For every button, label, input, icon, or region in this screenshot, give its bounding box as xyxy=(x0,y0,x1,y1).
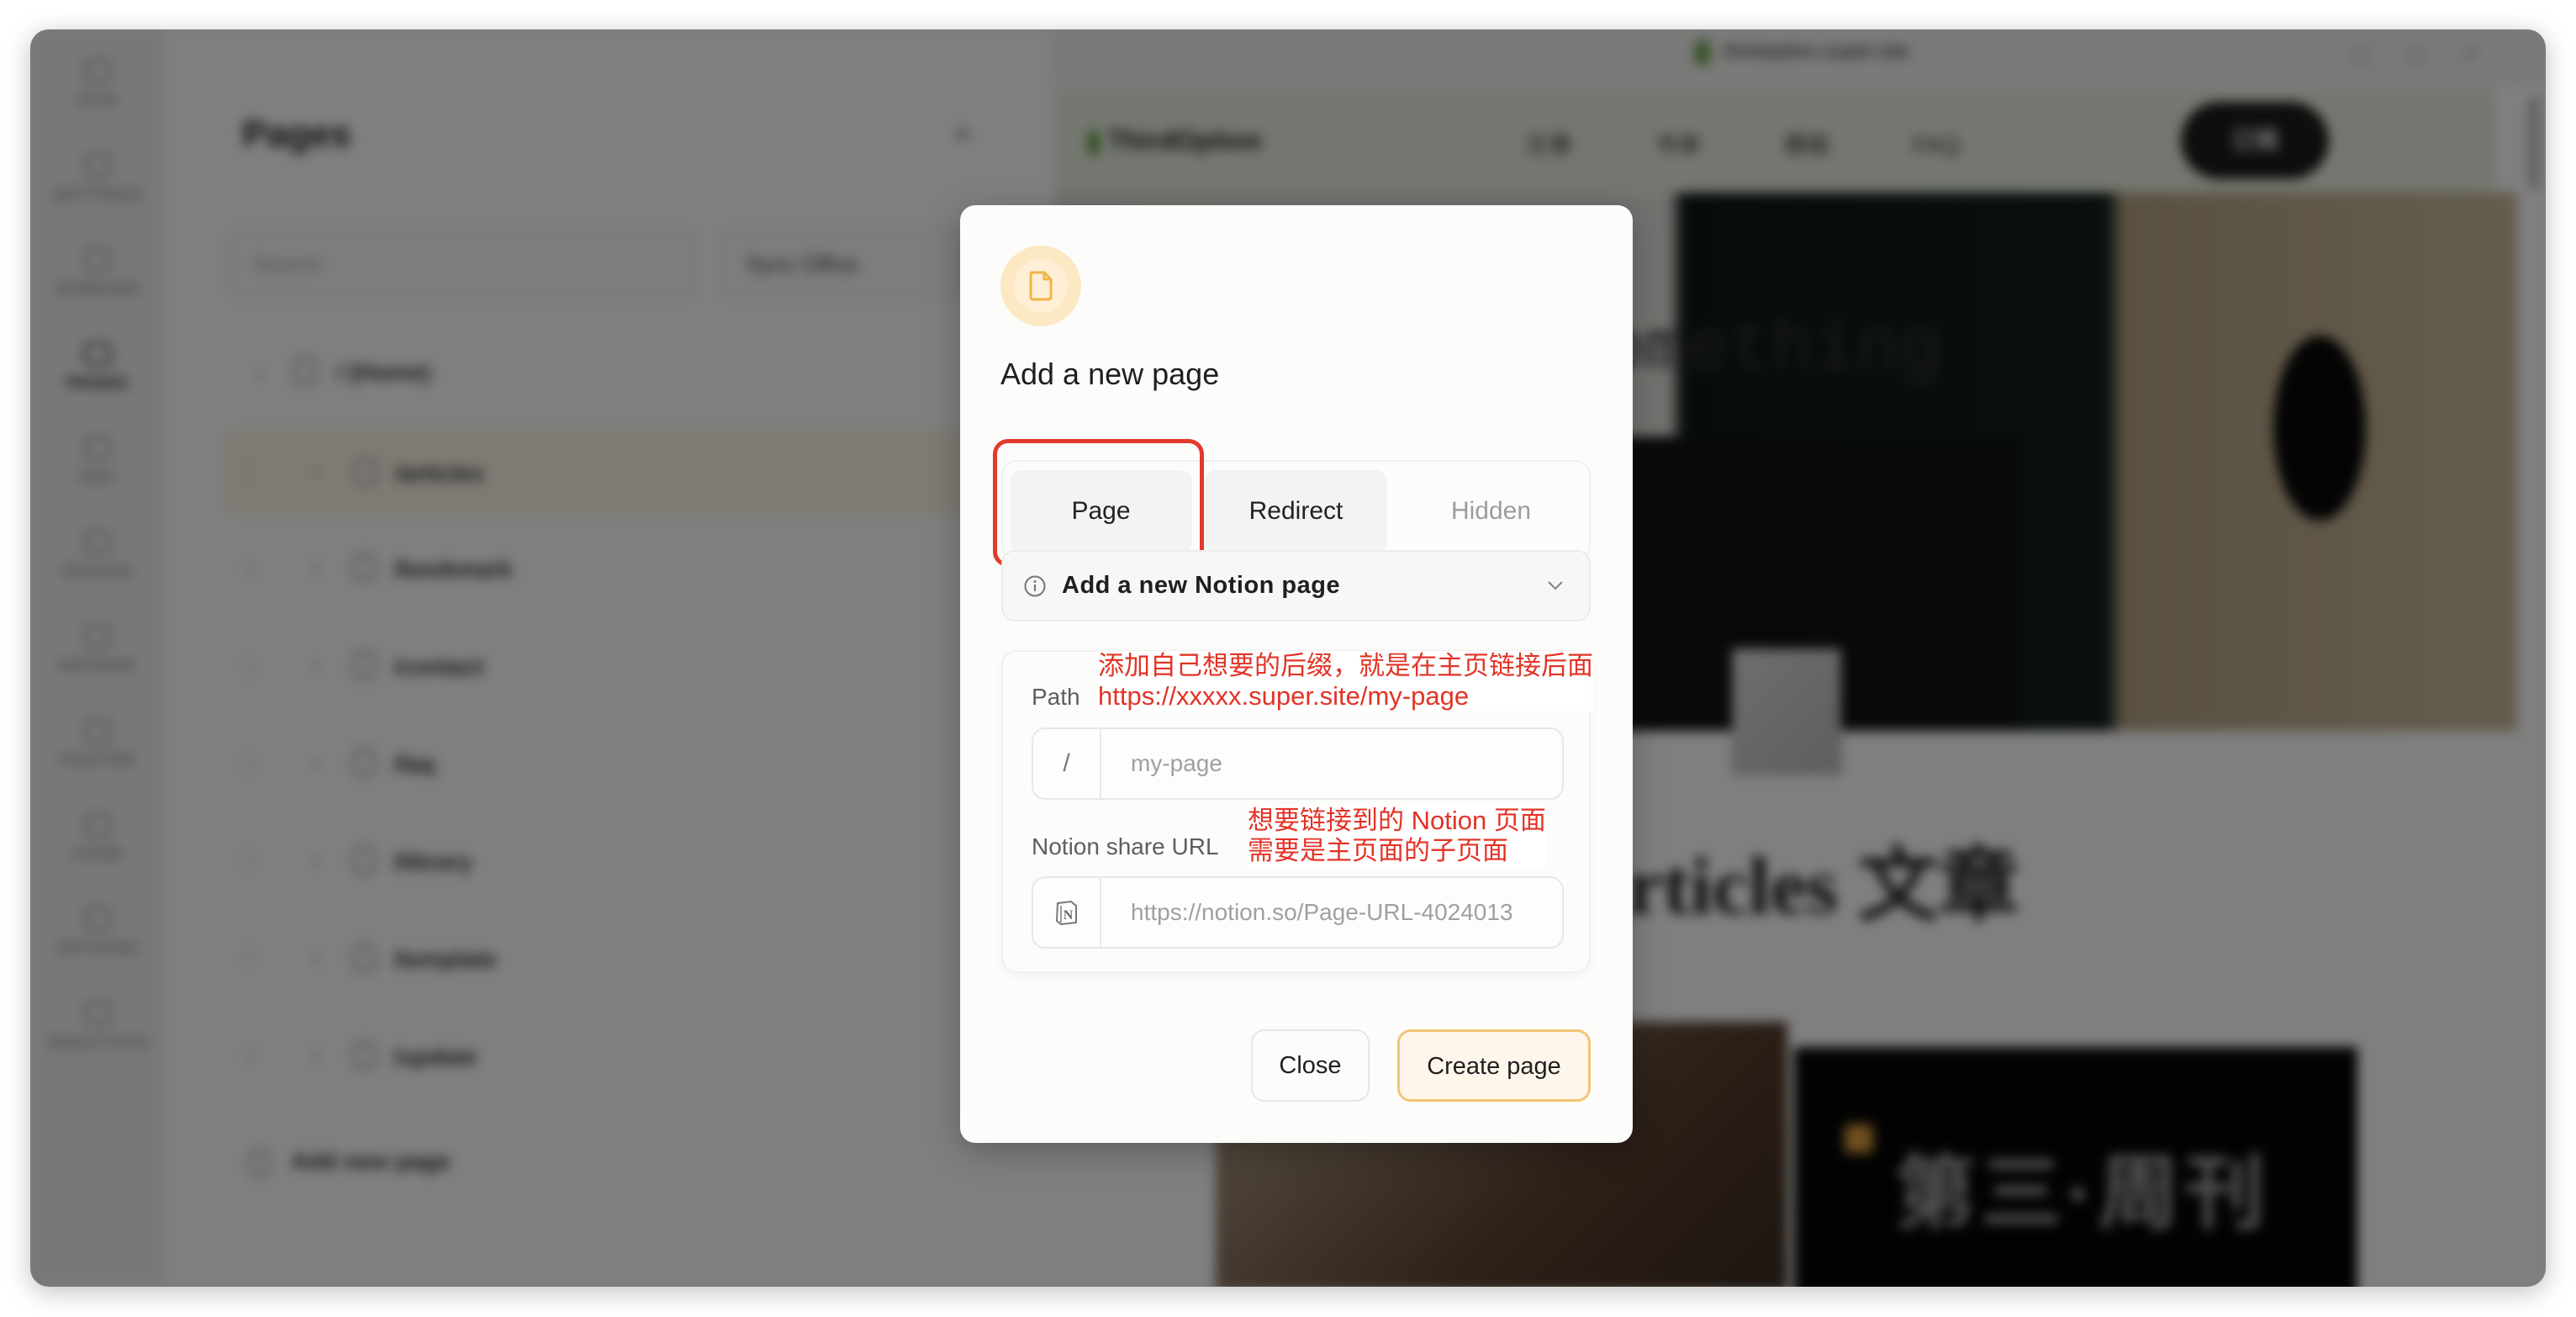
close-button[interactable]: Close xyxy=(1251,1029,1370,1102)
notion-url-field: N xyxy=(1032,876,1564,949)
path-label: Path xyxy=(1032,684,1080,710)
notion-select-label: Add a new Notion page xyxy=(1062,572,1341,599)
path-field: / xyxy=(1032,727,1564,800)
notion-url-input[interactable] xyxy=(1102,878,1560,947)
notion-page-select[interactable]: Add a new Notion page xyxy=(1001,550,1591,621)
path-prefix: / xyxy=(1033,729,1101,798)
page-type-tabs: Page Redirect Hidden xyxy=(1001,460,1591,561)
tab-page[interactable]: Page xyxy=(1010,470,1192,553)
tab-redirect[interactable]: Redirect xyxy=(1205,470,1387,553)
notion-url-label: Notion share URL xyxy=(1032,833,1219,859)
page-form-card: Path / Notion share URL N xyxy=(1001,650,1591,973)
create-page-button[interactable]: Create page xyxy=(1397,1029,1591,1102)
svg-text:N: N xyxy=(1063,908,1073,923)
info-icon xyxy=(1024,575,1046,597)
add-page-dialog: Add a new page Page Redirect Hidden Add … xyxy=(960,205,1633,1143)
modal-icon-badge xyxy=(1000,246,1081,326)
path-input[interactable] xyxy=(1102,729,1560,798)
notion-icon: N xyxy=(1055,901,1077,925)
chevron-down-icon xyxy=(1548,581,1563,590)
modal-title: Add a new page xyxy=(1000,357,1220,391)
file-icon xyxy=(1029,271,1053,301)
tab-hidden[interactable]: Hidden xyxy=(1400,470,1582,553)
